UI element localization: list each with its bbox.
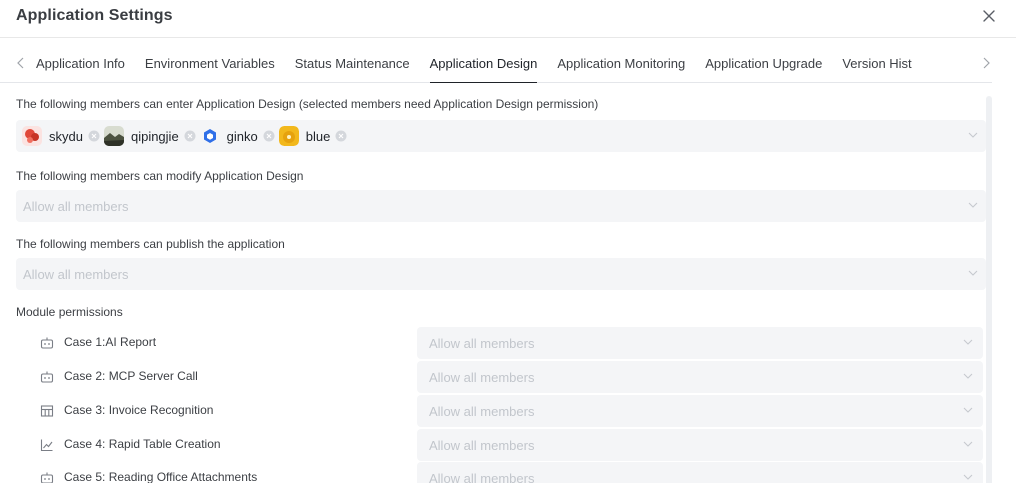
module-name: Case 5: Reading Office Attachments: [64, 470, 258, 483]
landscape-avatar: [103, 126, 124, 146]
remove-member-icon[interactable]: [263, 130, 275, 142]
member-chip: blue: [278, 126, 348, 146]
enter-design-label: The following members can enter Applicat…: [16, 97, 599, 111]
module-permission-select[interactable]: Allow all members: [417, 429, 983, 461]
remove-member-icon[interactable]: [184, 130, 196, 142]
line-chart-icon: [40, 439, 53, 452]
remove-member-icon[interactable]: [88, 130, 100, 142]
chevron-right-icon[interactable]: [981, 57, 991, 69]
tab-application-upgrade[interactable]: Application Upgrade: [705, 38, 822, 83]
module-name: Case 1:AI Report: [64, 335, 157, 349]
remove-member-icon[interactable]: [335, 130, 347, 142]
module-permission-select[interactable]: Allow all members: [417, 361, 983, 393]
module-row: Case 5: Reading Office Attachments Allow…: [16, 462, 986, 483]
select-placeholder: Allow all members: [429, 404, 535, 419]
module-row: Case 4: Rapid Table Creation Allow all m…: [16, 429, 986, 461]
module-row: Case 3: Invoice Recognition Allow all me…: [16, 395, 986, 427]
member-chip: ginko: [199, 126, 275, 146]
tab-version-history[interactable]: Version Hist: [842, 38, 911, 83]
chevron-down-icon: [968, 270, 978, 276]
chevron-down-icon: [968, 202, 978, 208]
scrollbar[interactable]: [986, 96, 992, 483]
member-name: qipingjie: [130, 128, 179, 144]
table-icon: [40, 405, 54, 417]
module-permission-select[interactable]: Allow all members: [417, 462, 983, 483]
yellow-coin-avatar: [278, 126, 299, 146]
select-placeholder: Allow all members: [23, 199, 129, 214]
member-name: skydu: [49, 128, 83, 144]
close-icon[interactable]: [980, 7, 998, 25]
tab-application-design[interactable]: Application Design: [429, 38, 537, 83]
select-placeholder: Allow all members: [429, 438, 535, 453]
chevron-down-icon: [963, 441, 973, 447]
select-placeholder: Allow all members: [429, 471, 535, 483]
chevron-down-icon: [968, 132, 978, 138]
module-permission-select[interactable]: Allow all members: [417, 327, 983, 359]
module-permission-select[interactable]: Allow all members: [417, 395, 983, 427]
enter-design-members-select[interactable]: skydu qipingjie ginko blue: [16, 120, 986, 152]
module-name: Case 3: Invoice Recognition: [64, 403, 214, 417]
publish-app-members-select[interactable]: Allow all members: [16, 258, 986, 290]
modify-design-members-select[interactable]: Allow all members: [16, 190, 986, 222]
module-name: Case 4: Rapid Table Creation: [64, 437, 221, 451]
tab-status-maintenance[interactable]: Status Maintenance: [295, 38, 410, 83]
tab-environment-variables[interactable]: Environment Variables: [145, 38, 275, 83]
robot-icon: [40, 337, 54, 349]
select-placeholder: Allow all members: [23, 267, 129, 282]
member-chips: skydu qipingjie ginko blue: [22, 126, 351, 146]
chevron-down-icon: [963, 474, 973, 480]
module-row: Case 2: MCP Server Call Allow all member…: [16, 361, 986, 393]
chevron-down-icon: [963, 407, 973, 413]
select-placeholder: Allow all members: [429, 336, 535, 351]
chevron-down-icon: [963, 373, 973, 379]
tab-application-info[interactable]: Application Info: [36, 38, 125, 83]
tabs-viewport: Application Info Environment Variables S…: [36, 38, 971, 83]
robot-icon: [40, 472, 54, 483]
member-name: ginko: [226, 128, 258, 144]
modify-design-label: The following members can modify Applica…: [16, 169, 304, 183]
publish-app-label: The following members can publish the ap…: [16, 237, 285, 251]
member-name: blue: [305, 128, 331, 144]
member-chip: skydu: [22, 126, 100, 146]
red-flower-avatar: [22, 126, 42, 146]
chevron-left-icon[interactable]: [16, 57, 26, 69]
module-row: Case 1:AI Report Allow all members: [16, 327, 986, 359]
select-placeholder: Allow all members: [429, 370, 535, 385]
robot-icon: [40, 371, 54, 383]
chevron-down-icon: [963, 339, 973, 345]
member-chip: qipingjie: [103, 126, 196, 146]
module-name: Case 2: MCP Server Call: [64, 369, 198, 383]
dialog-header: Application Settings: [0, 0, 1016, 38]
tab-application-monitoring[interactable]: Application Monitoring: [557, 38, 685, 83]
blue-hexagon-avatar: [199, 126, 220, 146]
dialog-title: Application Settings: [16, 7, 173, 24]
module-permissions-label: Module permissions: [16, 305, 123, 319]
settings-tabs: Application Info Environment Variables S…: [0, 38, 992, 83]
